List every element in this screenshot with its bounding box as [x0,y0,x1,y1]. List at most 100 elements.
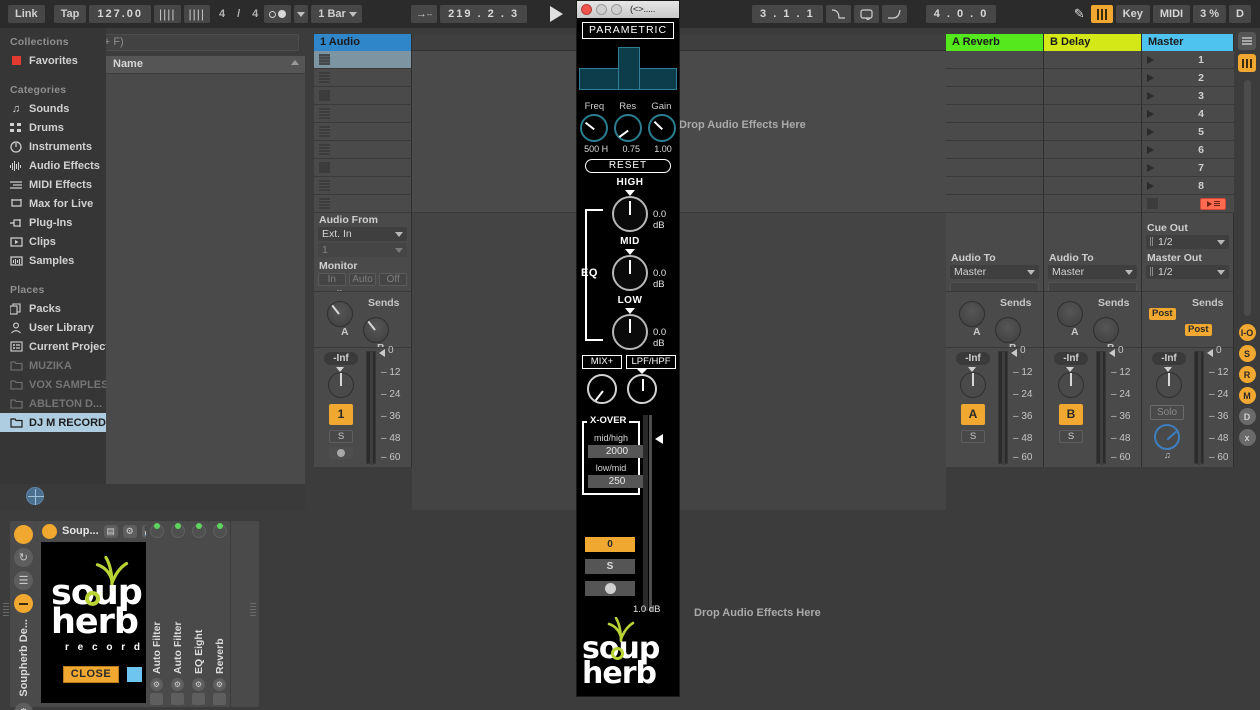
fader-track-lower[interactable] [643,501,648,611]
device-save-icon[interactable] [150,693,163,705]
loop-length-field[interactable]: 4 . 0 . 0 [925,5,997,23]
track-header[interactable]: 1 Audio [314,34,412,51]
monitor-in-button[interactable]: In [318,273,346,286]
clip-slot[interactable] [946,177,1044,195]
browser-content-list[interactable]: Name [106,56,305,510]
pan-knob[interactable] [328,372,354,398]
plugin-titlebar[interactable]: (<>..... [577,1,679,18]
clip-slot[interactable] [314,87,412,105]
scene-launch-icon[interactable] [1147,91,1154,100]
metronome-dropdown-icon[interactable] [294,5,309,23]
clip-slot[interactable] [314,177,412,195]
filter-knob[interactable] [627,374,657,404]
scene-launch-icon[interactable] [1147,127,1154,136]
master-out-chooser[interactable]: 1/2 [1146,265,1229,279]
browser-item-plugins[interactable]: Plug-Ins [0,213,106,232]
mixer-toggle-crossfader[interactable]: x [1238,429,1256,446]
lpf-hpf-button[interactable]: LPF/HPF [626,355,676,369]
device-preset-icon[interactable]: ⚙ [122,524,137,538]
pan-knob[interactable] [960,372,986,398]
volume-display[interactable]: -Inf [956,352,990,365]
browser-item-audio-effects[interactable]: Audio Effects [0,156,106,175]
tempo-field[interactable]: 127.00 [89,5,152,23]
mixer-toggle-sends[interactable]: S [1238,345,1256,362]
res-knob[interactable] [614,114,642,142]
solo-button[interactable]: S [1059,430,1083,443]
clip-slot[interactable] [1044,105,1142,123]
solo-button[interactable]: S [329,430,353,443]
draw-mode-icon[interactable]: ✎ [1068,6,1091,22]
browser-item-muzika[interactable]: MUZIKA [0,356,106,375]
volume-display[interactable]: -Inf [1152,352,1186,365]
clip-slot[interactable] [314,69,412,87]
clip-slot[interactable] [314,123,412,141]
play-button[interactable] [542,6,571,22]
browser-item-user-library[interactable]: User Library [0,318,106,337]
track-header[interactable]: A Reverb [946,34,1044,51]
clip-slot[interactable] [314,159,412,177]
high-knob[interactable] [612,196,648,232]
clip-slot[interactable] [946,87,1044,105]
float-checkbox[interactable] [127,667,142,682]
res-value[interactable]: 0.75 [622,144,640,154]
browser-item-vox-samples[interactable]: VOX SAMPLES [0,375,108,394]
browser-link-icon[interactable] [26,487,44,505]
browser-item-dj-m-record[interactable]: DJ M RECORD [0,413,106,432]
device-activator-icon[interactable] [149,523,164,538]
zoom-icon[interactable] [611,4,622,15]
low-knob[interactable] [612,314,648,350]
clip-stop-icon[interactable] [319,90,330,101]
browser-item-midi-effects[interactable]: MIDI Effects [0,175,106,194]
scene-row[interactable]: 6 [1142,141,1234,159]
device-save-icon[interactable] [213,693,226,705]
vertical-scrollbar[interactable] [1243,80,1251,316]
browser-item-drums[interactable]: Drums [0,118,106,137]
clip-stop-icon[interactable] [319,180,330,191]
quantization-menu[interactable]: 1 Bar [311,5,362,23]
browser-item-instruments[interactable]: Instruments [0,137,106,156]
track-header[interactable]: B Delay [1044,34,1142,51]
scene-row[interactable]: 1 [1142,51,1234,69]
device-preset-icon[interactable]: ⚙ [171,678,184,691]
mixer-toggle-delay[interactable]: D [1238,408,1256,425]
scene-launch-icon[interactable] [1147,73,1154,82]
close-icon[interactable] [581,4,592,15]
device-activator-icon[interactable] [212,523,227,538]
metronome-toggle-icon[interactable] [264,5,292,23]
monitor-off-button[interactable]: Off [379,273,408,286]
plugin-record-button[interactable] [585,581,635,596]
device-activator-button[interactable] [14,525,33,544]
send-b-mode-button[interactable]: Post [1185,324,1212,336]
audio-to-chooser[interactable]: Master [950,265,1039,279]
scene-launch-icon[interactable] [1147,109,1154,118]
freq-knob[interactable] [580,114,608,142]
volume-display[interactable]: -Inf [1054,352,1088,365]
clip-slot[interactable] [314,105,412,123]
scene-row[interactable]: 2 [1142,69,1234,87]
clip-slot[interactable] [1044,141,1142,159]
plugin-solo-button[interactable]: S [585,559,635,574]
track-activator-button[interactable]: B [1059,404,1083,425]
clip-slot[interactable] [1044,177,1142,195]
device-preset-icon[interactable]: ⚙ [150,678,163,691]
device-activator-icon[interactable] [170,523,185,538]
plugin-gain-button[interactable]: 0 [585,537,635,552]
clip-stop-icon[interactable] [319,144,330,155]
clip-slot[interactable] [1044,159,1142,177]
device-save-icon[interactable] [171,693,184,705]
midi-map-button[interactable]: MIDI [1152,5,1191,23]
clip-stop-icon[interactable] [319,54,330,65]
browser-item-sounds[interactable]: ♫ Sounds [0,99,106,118]
send-a-mode-button[interactable]: Post [1149,308,1176,320]
clip-slot[interactable] [314,141,412,159]
mixer-toggle-returns[interactable]: R [1238,366,1256,383]
link-button[interactable]: Link [8,5,45,23]
mix-knob[interactable] [587,374,617,404]
reset-button[interactable]: RESET [585,159,671,173]
cue-volume-knob[interactable]: ♫ [1154,424,1180,460]
send-a-knob[interactable] [1057,301,1083,327]
browser-item-max-for-live[interactable]: Max for Live [0,194,106,213]
key-map-button[interactable]: Key [1115,5,1150,23]
punch-icon[interactable] [853,5,879,23]
browser-item-clips[interactable]: Clips [0,232,106,251]
